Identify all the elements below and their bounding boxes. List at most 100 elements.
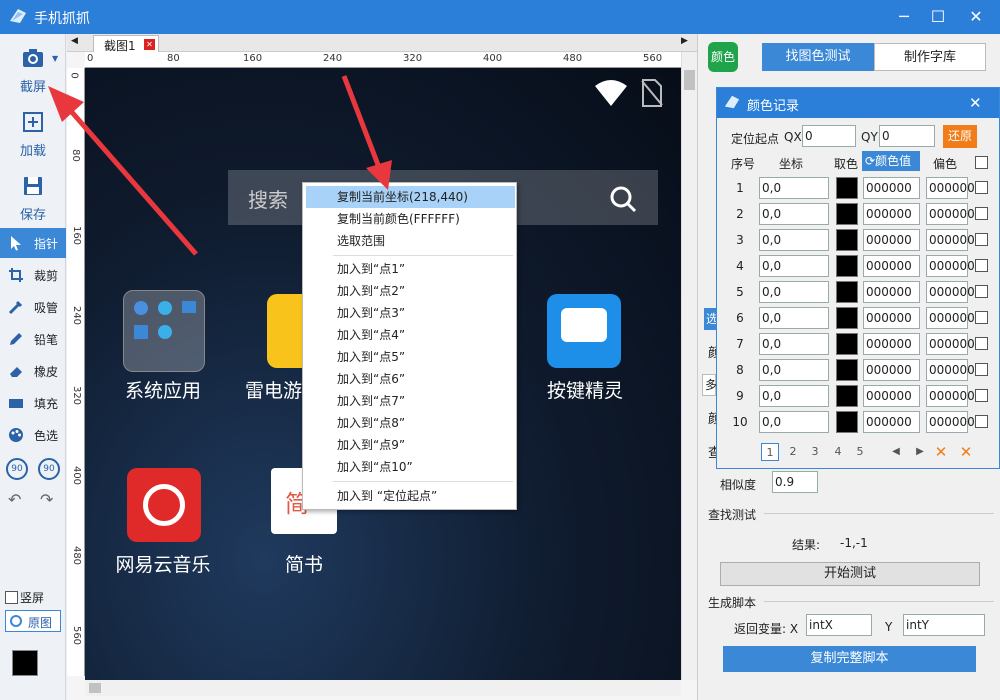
menu-add-point-4[interactable]: 加入到“点4” [303, 324, 516, 346]
row-checkbox[interactable] [975, 415, 988, 428]
netease-music-app[interactable] [127, 468, 201, 542]
color-swatch[interactable] [836, 203, 858, 225]
tab-scroll-left-icon[interactable]: ◀ [71, 36, 78, 46]
row-checkbox[interactable] [975, 207, 988, 220]
menu-copy-coordinate[interactable]: 复制当前坐标(218,440) [306, 186, 515, 208]
partial-tab[interactable]: 多 [702, 374, 717, 396]
close-button[interactable]: ✕ [958, 0, 994, 34]
qx-input[interactable]: 0 [802, 125, 856, 147]
scroll-thumb[interactable] [684, 70, 695, 90]
menu-select-range[interactable]: 选取范围 [303, 230, 516, 252]
tab-make-font-library[interactable]: 制作字库 [874, 43, 986, 71]
qy-input[interactable]: 0 [879, 125, 935, 147]
load-button[interactable]: 加载 [0, 102, 66, 164]
coord-input[interactable]: 0,0 [759, 307, 829, 329]
color-value-input[interactable]: 000000 [863, 411, 920, 433]
rotate-right-button[interactable]: 90 [38, 458, 60, 480]
coord-input[interactable]: 0,0 [759, 385, 829, 407]
color-swatch[interactable] [836, 411, 858, 433]
page-2[interactable]: 2 [784, 443, 802, 461]
tab-screenshot-1[interactable]: 截图1 ✕ [93, 35, 159, 53]
dropdown-arrow-icon[interactable]: ▼ [52, 54, 58, 63]
offset-input[interactable]: 000000 [926, 281, 975, 303]
prev-page-icon[interactable]: ◀ [887, 443, 905, 461]
color-swatch[interactable] [836, 229, 858, 251]
tab-close-icon[interactable]: ✕ [144, 39, 155, 50]
original-size-button[interactable]: 原图 [5, 610, 61, 632]
similarity-input[interactable]: 0.9 [772, 471, 818, 493]
row-checkbox[interactable] [975, 259, 988, 272]
page-1[interactable]: 1 [761, 443, 779, 461]
anjian-app[interactable] [547, 294, 621, 368]
undo-icon[interactable]: ↶ [8, 490, 21, 509]
row-checkbox[interactable] [975, 389, 988, 402]
foreground-color-swatch[interactable] [12, 650, 38, 676]
coord-input[interactable]: 0,0 [759, 177, 829, 199]
row-checkbox[interactable] [975, 233, 988, 246]
search-icon[interactable] [608, 184, 638, 214]
color-value-input[interactable]: 000000 [863, 281, 920, 303]
menu-add-point-8[interactable]: 加入到“点8” [303, 412, 516, 434]
tab-find-color-test[interactable]: 找图色测试 [762, 43, 874, 71]
color-swatch[interactable] [836, 307, 858, 329]
scroll-thumb[interactable] [89, 683, 101, 693]
menu-add-point-3[interactable]: 加入到“点3” [303, 302, 516, 324]
coord-input[interactable]: 0,0 [759, 229, 829, 251]
color-swatch[interactable] [836, 333, 858, 355]
page-4[interactable]: 4 [829, 443, 847, 461]
menu-add-point-5[interactable]: 加入到“点5” [303, 346, 516, 368]
delete-icon[interactable]: ✕ [932, 443, 950, 461]
vertical-scrollbar[interactable] [681, 52, 697, 680]
pointer-tool[interactable]: 指针 [0, 228, 66, 258]
color-swatch[interactable] [836, 255, 858, 277]
coord-input[interactable]: 0,0 [759, 411, 829, 433]
row-checkbox[interactable] [975, 337, 988, 350]
coord-input[interactable]: 0,0 [759, 359, 829, 381]
color-swatch[interactable] [836, 385, 858, 407]
dialog-close-button[interactable]: ✕ [969, 94, 982, 112]
row-checkbox[interactable] [975, 311, 988, 324]
menu-copy-color[interactable]: 复制当前颜色(FFFFFF) [303, 208, 516, 230]
screenshot-button[interactable]: 截屏 [0, 38, 66, 100]
color-value-input[interactable]: 000000 [863, 333, 920, 355]
menu-add-point-10[interactable]: 加入到“点10” [303, 456, 516, 478]
delete-all-icon[interactable]: ✕ [957, 443, 975, 461]
page-3[interactable]: 3 [806, 443, 824, 461]
redo-icon[interactable]: ↷ [40, 490, 53, 509]
offset-input[interactable]: 000000 [926, 385, 975, 407]
offset-input[interactable]: 000000 [926, 411, 975, 433]
offset-input[interactable]: 000000 [926, 229, 975, 251]
menu-add-point-6[interactable]: 加入到“点6” [303, 368, 516, 390]
coord-input[interactable]: 0,0 [759, 333, 829, 355]
row-checkbox[interactable] [975, 285, 988, 298]
coord-input[interactable]: 0,0 [759, 255, 829, 277]
color-select-tool[interactable]: 色选 [0, 420, 66, 450]
color-value-input[interactable]: 000000 [863, 255, 920, 277]
menu-add-point-9[interactable]: 加入到“点9” [303, 434, 516, 456]
coord-input[interactable]: 0,0 [759, 203, 829, 225]
crop-tool[interactable]: 裁剪 [0, 260, 66, 290]
maximize-button[interactable]: ☐ [920, 0, 956, 34]
minimize-button[interactable]: ─ [886, 0, 922, 34]
page-5[interactable]: 5 [851, 443, 869, 461]
picker-tool[interactable]: 吸管 [0, 292, 66, 322]
menu-add-point-7[interactable]: 加入到“点7” [303, 390, 516, 412]
y-variable-input[interactable]: intY [903, 614, 985, 636]
rotate-left-button[interactable]: 90 [6, 458, 28, 480]
start-test-button[interactable]: 开始测试 [720, 562, 980, 586]
next-page-icon[interactable]: ▶ [911, 443, 929, 461]
x-variable-input[interactable]: intX [806, 614, 872, 636]
eraser-tool[interactable]: 橡皮 [0, 356, 66, 386]
color-value-input[interactable]: 000000 [863, 229, 920, 251]
color-swatch[interactable] [836, 177, 858, 199]
color-button[interactable]: 颜色 [708, 42, 738, 72]
select-all-checkbox[interactable] [975, 156, 988, 169]
fill-tool[interactable]: 填充 [0, 388, 66, 418]
offset-input[interactable]: 000000 [926, 359, 975, 381]
menu-add-point-1[interactable]: 加入到“点1” [303, 258, 516, 280]
horizontal-scrollbar[interactable] [85, 680, 681, 696]
portrait-checkbox[interactable] [5, 591, 18, 604]
menu-add-origin[interactable]: 加入到 “定位起点” [303, 485, 516, 507]
color-value-input[interactable]: 000000 [863, 203, 920, 225]
offset-input[interactable]: 000000 [926, 203, 975, 225]
